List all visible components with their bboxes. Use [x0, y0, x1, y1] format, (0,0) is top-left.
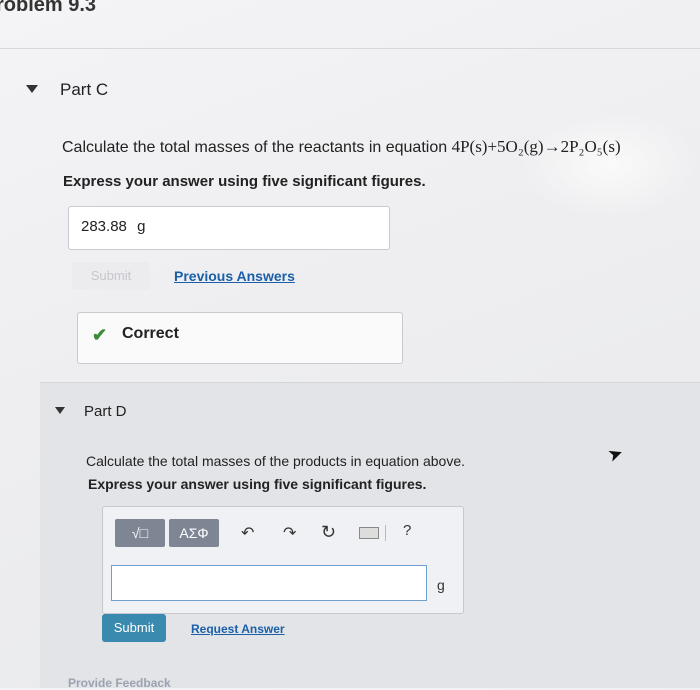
- keyboard-icon[interactable]: [359, 527, 379, 539]
- part-d-question: Calculate the total masses of the produc…: [86, 453, 466, 469]
- feedback-box: ✔ Correct: [77, 312, 403, 364]
- part-c-answer-value: 283.88: [81, 218, 127, 235]
- request-answer-link[interactable]: Request Answer: [191, 622, 285, 636]
- symbols-button[interactable]: ΑΣΦ: [169, 519, 219, 547]
- feedback-text: Correct: [122, 325, 179, 342]
- undo-icon[interactable]: ↶: [241, 523, 254, 543]
- redo-icon[interactable]: ↷: [283, 523, 296, 543]
- help-button[interactable]: ?: [403, 522, 411, 539]
- part-c-submit-button[interactable]: Submit: [72, 262, 150, 290]
- answer-editor: √□ ΑΣΦ ↶ ↷ ↻ ? g: [102, 506, 464, 614]
- part-d-divider: [40, 382, 700, 383]
- toolbar-divider: [385, 525, 386, 541]
- part-c-answer-field[interactable]: 283.88 g: [68, 206, 390, 250]
- part-c-question: Calculate the total masses of the reacta…: [62, 137, 621, 157]
- part-d-instruction: Express your answer using five significa…: [88, 476, 427, 492]
- part-c-instruction: Express your answer using five significa…: [63, 173, 426, 190]
- part-c-answer-unit: g: [137, 218, 146, 235]
- symbols-label: ΑΣΦ: [179, 525, 209, 541]
- part-c-equation: 4P(s)+5O₂(g)→2P₂O₅(s): [451, 137, 621, 156]
- previous-answers-link[interactable]: Previous Answers: [174, 268, 295, 284]
- template-button[interactable]: √□: [115, 519, 165, 547]
- reset-icon[interactable]: ↻: [321, 522, 336, 543]
- part-d-label[interactable]: Part D: [84, 403, 127, 420]
- part-c-question-text: Calculate the total masses of the reacta…: [62, 139, 448, 156]
- checkmark-icon: ✔: [92, 325, 108, 345]
- header-divider: [0, 48, 700, 49]
- problem-title: roblem 9.3: [0, 0, 97, 16]
- templates-icon: √□: [131, 525, 149, 541]
- part-c-collapse-icon[interactable]: [26, 85, 38, 93]
- part-d-submit-button[interactable]: Submit: [102, 614, 166, 642]
- part-d-unit: g: [437, 577, 445, 593]
- screen-glare: [520, 110, 700, 220]
- part-d-collapse-icon[interactable]: [55, 407, 65, 414]
- part-d-answer-input[interactable]: [111, 565, 427, 601]
- part-c-label[interactable]: Part C: [60, 80, 108, 100]
